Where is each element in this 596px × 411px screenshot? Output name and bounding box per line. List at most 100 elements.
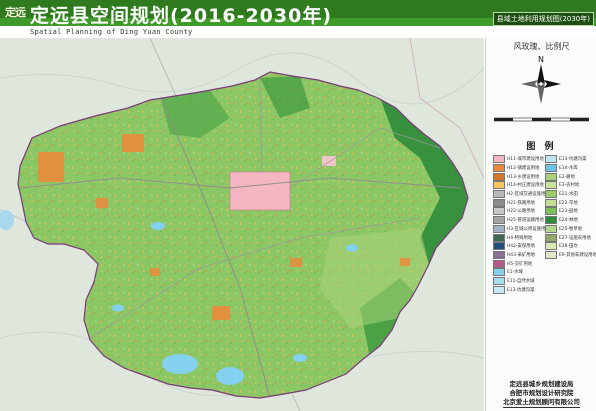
legend-label: E9-其他非建设用地 — [559, 252, 596, 258]
map-subtitle-english: Spatial Planning of Ding Yuan County — [30, 28, 193, 36]
legend-item: E9-其他非建设用地 — [545, 250, 596, 260]
legend-label: E28-田坎 — [559, 244, 578, 250]
legend-item: H13-乡建设用地 — [493, 172, 550, 181]
legend-label: H5-交矿用地 — [507, 261, 533, 267]
legend-swatch — [493, 190, 505, 199]
legend-swatch — [545, 198, 557, 207]
legend-label: H4-特殊用地 — [507, 235, 533, 241]
credit-line-3: 北京爱土规划顾问有限公司 — [486, 398, 596, 408]
legend-item: E21-水田 — [545, 190, 596, 199]
legend-column-right: E13-坑塘沟渠 E14-水库 E2-耕地 E3-农村地 E21-水田 E22-旱地 E23… — [545, 155, 596, 259]
legend-label: H2-区域交通设施用地 — [507, 192, 550, 198]
legend-item: E27-设施农用地 — [545, 233, 596, 242]
legend-label: H22-公路用地 — [507, 209, 536, 215]
legend-swatch — [493, 164, 505, 173]
legend-swatch — [545, 250, 557, 259]
legend-swatch — [493, 276, 505, 285]
credit-line-2: 合肥市规划设计研究院 — [509, 389, 574, 397]
legend-label: E11-自然水域 — [507, 278, 535, 284]
legend-item: H4-特殊用地 — [493, 233, 550, 242]
legend-label: H13-乡建设用地 — [507, 174, 540, 180]
legend-item: E28-田坎 — [545, 242, 596, 251]
legend-item: H12-镇建设用地 — [493, 164, 550, 173]
legend-swatch — [545, 164, 557, 173]
credits: 定远县城乡规划建设局 合肥市规划设计研究院 北京爱土规划顾问有限公司 — [486, 380, 596, 408]
legend-swatch — [493, 242, 505, 251]
county-seal-logo: 定远 — [3, 1, 27, 25]
legend-swatch — [493, 181, 505, 190]
north-arrow-compass-icon: N — [516, 54, 566, 106]
legend-item: E22-旱地 — [545, 198, 596, 207]
legend-label: H21-铁路用地 — [507, 200, 536, 206]
legend-item: E25-牧草地 — [545, 224, 596, 234]
legend-swatch — [493, 233, 505, 242]
legend-label: E21-水田 — [559, 192, 578, 198]
legend-item: H14-村庄建设用地 — [493, 181, 550, 190]
compass-heading: 风玫瑰、比例尺 — [513, 42, 570, 51]
scale-bar — [493, 110, 590, 122]
legend-item: H5-交矿用地 — [493, 259, 550, 268]
legend-item: E23-园地 — [545, 207, 596, 216]
legend-swatch — [493, 207, 505, 216]
legend-label: H11-城市建设用地 — [507, 157, 544, 163]
legend-label: H42-安保用地 — [507, 244, 536, 250]
legend-item: E13-坑塘沟渠 — [493, 285, 550, 294]
legend-swatch — [545, 242, 557, 251]
legend-swatch — [545, 224, 557, 233]
legend-label: E24-林地 — [559, 218, 578, 224]
legend-label: E25-牧草地 — [559, 226, 583, 232]
legend-item: E1-水域 — [493, 268, 550, 277]
legend-column-left: H11-城市建设用地 H12-镇建设用地 H13-乡建设用地 H14-村庄建设用地 H2… — [493, 155, 550, 294]
legend-label: H12-镇建设用地 — [507, 166, 540, 172]
land-use-map[interactable] — [0, 38, 484, 411]
legend-swatch — [545, 190, 557, 199]
legend-swatch — [493, 172, 505, 181]
legend-panel: 风玫瑰、比例尺 N 图 例 H11-城市建设用地 H12-镇建设用地 H13-乡建设… — [485, 38, 596, 411]
legend-item: H22-公路用地 — [493, 207, 550, 216]
map-title: 定远县空间规划(2016-2030年) — [30, 5, 333, 26]
legend-item: H2-区域交通设施用地 — [493, 190, 550, 199]
legend-swatch — [493, 198, 505, 207]
legend-swatch — [493, 224, 505, 233]
legend-title: 图 例 — [526, 142, 557, 152]
legend-label: E27-设施农用地 — [559, 235, 591, 241]
legend-item: H43-采矿用地 — [493, 250, 550, 260]
credit-line-3-text: 北京爱土规划顾问有限公司 — [503, 398, 580, 408]
legend-label: E1-水域 — [507, 270, 523, 276]
legend-swatch — [545, 172, 557, 181]
legend-swatch — [493, 259, 505, 268]
map-type-label: 县域土地利用规划图(2030年) — [492, 12, 594, 26]
legend-item: E13-坑塘沟渠 — [545, 155, 596, 164]
legend-item: E14-水库 — [545, 164, 596, 173]
legend-label: H3-区域公用设施用地 — [507, 226, 550, 232]
legend-swatch — [545, 181, 557, 190]
legend-item: H42-安保用地 — [493, 242, 550, 251]
legend-item: E2-耕地 — [545, 172, 596, 181]
legend-item: E3-农村地 — [545, 181, 596, 190]
legend-swatch — [493, 216, 505, 225]
legend-label: E3-农村地 — [559, 183, 580, 189]
legend-swatch — [545, 207, 557, 216]
credit-line-1: 定远县城乡规划建设局 — [509, 380, 574, 388]
legend-item: H3-区域公用设施用地 — [493, 224, 550, 234]
legend-swatch — [493, 268, 505, 277]
legend-swatch — [493, 285, 505, 294]
legend-swatch — [545, 216, 557, 225]
legend-label: E2-耕地 — [559, 174, 575, 180]
legend-item: E11-自然水域 — [493, 276, 550, 286]
legend-item: H11-城市建设用地 — [493, 155, 550, 164]
legend-swatch — [545, 155, 557, 164]
legend-item: H21-铁路用地 — [493, 198, 550, 207]
legend-label: E13-坑塘沟渠 — [507, 287, 535, 293]
legend-label: E23-园地 — [559, 209, 578, 215]
map-svg — [0, 38, 484, 411]
legend-label: H25-管道运输用地 — [507, 218, 544, 224]
legend-label: H43-采矿用地 — [507, 252, 536, 258]
legend-label: E14-水库 — [559, 166, 578, 172]
title-banner: 定远 定远县空间规划(2016-2030年) 县域土地利用规划图(2030年) — [0, 0, 596, 26]
legend-item: H25-管道运输用地 — [493, 216, 550, 225]
legend-swatch — [545, 233, 557, 242]
legend-item: E24-林地 — [545, 216, 596, 225]
logo-text: 定远 — [5, 6, 26, 19]
legend-label: H14-村庄建设用地 — [507, 183, 544, 189]
